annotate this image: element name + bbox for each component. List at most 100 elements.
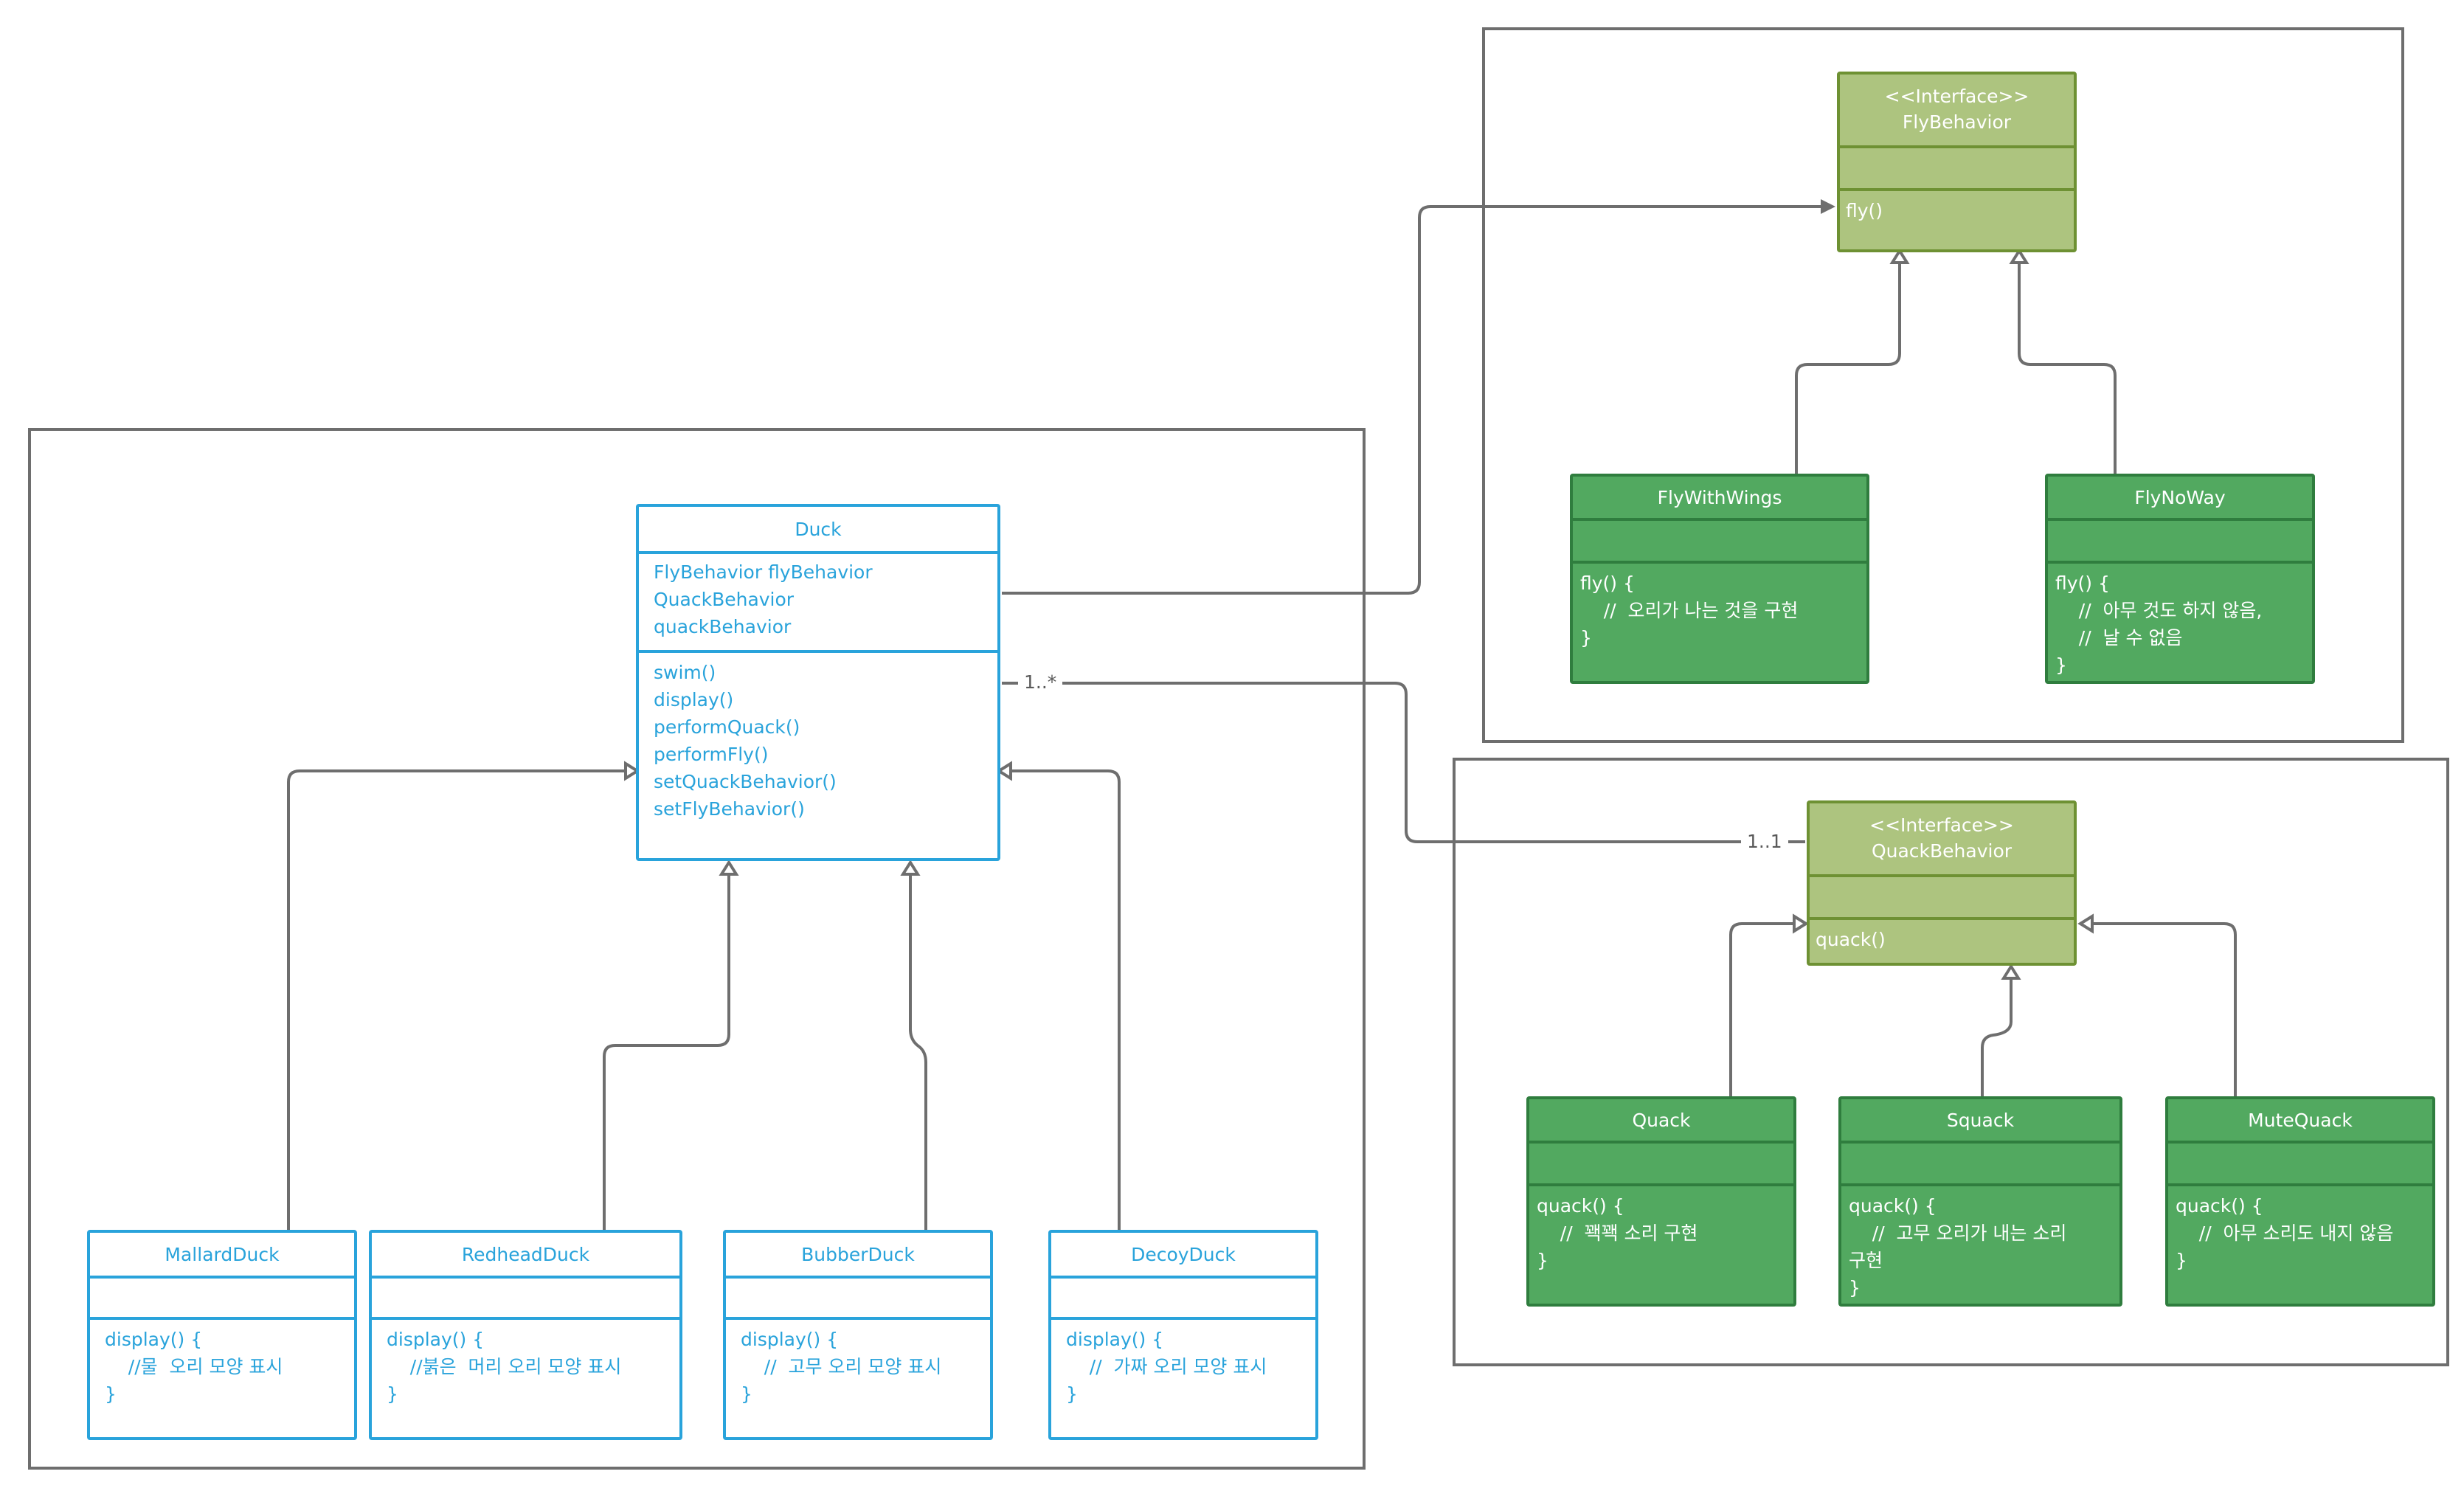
method-line: fly() { xyxy=(2055,572,2110,594)
redhead-duck-attributes xyxy=(372,1279,679,1317)
fly-with-wings-name: FlyWithWings xyxy=(1657,486,1782,508)
fly-behavior-methods: fly() xyxy=(1840,188,2074,249)
bubber-to-duck-connector[interactable] xyxy=(909,874,927,1230)
method-line: // 오리가 나는 것을 구현 xyxy=(1580,600,1799,621)
method-line: } xyxy=(2176,1250,2187,1271)
method-line: } xyxy=(2055,654,2067,676)
squack-attributes xyxy=(1841,1144,2119,1183)
method-line: // 고무 오리가 내는 소리 xyxy=(1849,1222,2067,1244)
method-line: } xyxy=(1849,1277,1861,1298)
squack-to-quack-behavior-connector[interactable] xyxy=(1981,978,2013,1096)
duck-method: performQuack() xyxy=(654,716,800,738)
quack-behavior-methods: quack() xyxy=(1810,917,2074,963)
method-line: quack() xyxy=(1816,929,1886,950)
redhead-duck-class-name: RedheadDuck xyxy=(461,1243,590,1265)
squack-realization-arrowhead xyxy=(2001,964,2021,980)
quack-attributes xyxy=(1529,1144,1793,1183)
method-line: display() { xyxy=(387,1329,485,1350)
interface-stereotype: <<Interface>> xyxy=(1869,814,2014,836)
duck-class[interactable]: Duck FlyBehavior flyBehavior QuackBehavi… xyxy=(636,504,1000,861)
decoy-duck-methods: display() { // 가짜 오리 모양 표시 } xyxy=(1051,1317,1315,1437)
interface-stereotype: <<Interface>> xyxy=(1884,86,2029,107)
bubber-duck-attributes xyxy=(726,1279,990,1317)
method-line: 구현 xyxy=(1849,1250,1883,1271)
redhead-inheritance-arrowhead xyxy=(719,859,739,876)
duck-attribute: FlyBehavior flyBehavior xyxy=(654,561,873,583)
method-line: // 날 수 없음 xyxy=(2055,627,2183,648)
mute-quack-realization-arrowhead xyxy=(2077,913,2094,934)
method-line: // 꽥꽥 소리 구현 xyxy=(1537,1222,1698,1244)
duck-attribute: quackBehavior xyxy=(654,616,792,637)
mute-quack-to-quack-behavior-connector[interactable] xyxy=(2092,922,2237,1096)
mute-quack-methods: quack() { // 아무 소리도 내지 않음 } xyxy=(2168,1183,2432,1304)
squack-name: Squack xyxy=(1946,1109,2015,1131)
fly-no-way-realization-arrowhead xyxy=(2009,248,2029,264)
duck-method: setQuackBehavior() xyxy=(654,771,837,792)
duck-attributes: FlyBehavior flyBehavior QuackBehavior qu… xyxy=(639,554,997,650)
method-line: // 아무 것도 하지 않음, xyxy=(2055,600,2263,621)
method-line: } xyxy=(1537,1250,1548,1271)
bubber-duck-class[interactable]: BubberDuck display() { // 고무 오리 모양 표시 } xyxy=(723,1230,993,1440)
mallard-to-duck-connector[interactable] xyxy=(287,769,626,1230)
quack-behavior-interface[interactable]: <<Interface>> QuackBehavior quack() xyxy=(1807,800,2077,966)
fly-no-way-name: FlyNoWay xyxy=(2134,486,2226,508)
quack-behavior-multiplicity-label: 1..1 xyxy=(1741,831,1788,853)
redhead-duck-class[interactable]: RedheadDuck display() { //붉은 머리 오리 모양 표시… xyxy=(369,1230,682,1440)
method-line: //붉은 머리 오리 모양 표시 xyxy=(387,1356,622,1377)
quack-behavior-name: QuackBehavior xyxy=(1871,840,2013,862)
mute-quack-attributes xyxy=(2168,1144,2432,1183)
duck-method: performFly() xyxy=(654,744,769,765)
method-line: quack() { xyxy=(2176,1195,2263,1217)
mallard-duck-class[interactable]: MallardDuck display() { //물 오리 모양 표시 } xyxy=(87,1230,357,1440)
method-line: fly() xyxy=(1846,200,1883,221)
fly-behavior-association-arrowhead xyxy=(1821,199,1835,214)
method-line: } xyxy=(105,1383,117,1405)
decoy-duck-attributes xyxy=(1051,1279,1315,1317)
method-line: // 가짜 오리 모양 표시 xyxy=(1066,1356,1267,1377)
duck-to-quack-behavior-connector[interactable] xyxy=(1002,682,1805,843)
bubber-duck-class-name: BubberDuck xyxy=(801,1243,915,1265)
quack-to-quack-behavior-connector[interactable] xyxy=(1729,922,1794,1096)
mallard-duck-attributes xyxy=(90,1279,354,1317)
method-line: display() { xyxy=(105,1329,203,1350)
method-line: display() { xyxy=(741,1329,839,1350)
decoy-duck-class[interactable]: DecoyDuck display() { // 가짜 오리 모양 표시 } xyxy=(1048,1230,1318,1440)
duck-attribute: QuackBehavior xyxy=(654,589,795,610)
method-line: } xyxy=(741,1383,752,1405)
method-line: // 고무 오리 모양 표시 xyxy=(741,1356,942,1377)
redhead-to-duck-connector[interactable] xyxy=(603,874,730,1230)
fly-behavior-name: FlyBehavior xyxy=(1902,111,2012,133)
mute-quack-name: MuteQuack xyxy=(2248,1109,2353,1131)
bubber-inheritance-arrowhead xyxy=(900,859,921,876)
fly-with-wings-realization-arrowhead xyxy=(1889,248,1910,264)
method-line: } xyxy=(1580,627,1592,648)
decoy-inheritance-arrowhead xyxy=(996,761,1012,781)
squack-methods: quack() { // 고무 오리가 내는 소리 구현 } xyxy=(1841,1183,2119,1304)
fly-behavior-interface[interactable]: <<Interface>> FlyBehavior fly() xyxy=(1837,72,2077,252)
method-line: } xyxy=(387,1383,398,1405)
fly-no-way-class[interactable]: FlyNoWay fly() { // 아무 것도 하지 않음, // 날 수 … xyxy=(2045,474,2315,684)
decoy-to-duck-connector[interactable] xyxy=(1011,769,1121,1230)
quack-class[interactable]: Quack quack() { // 꽥꽥 소리 구현 } xyxy=(1526,1096,1796,1307)
fly-with-wings-to-fly-behavior-connector[interactable] xyxy=(1795,263,1901,474)
method-line: } xyxy=(1066,1383,1078,1405)
quack-methods: quack() { // 꽥꽥 소리 구현 } xyxy=(1529,1183,1793,1304)
fly-with-wings-methods: fly() { // 오리가 나는 것을 구현 } xyxy=(1573,561,1866,681)
fly-no-way-to-fly-behavior-connector[interactable] xyxy=(2018,263,2117,474)
uml-diagram-canvas: Duck FlyBehavior flyBehavior QuackBehavi… xyxy=(0,0,2464,1491)
fly-with-wings-class[interactable]: FlyWithWings fly() { // 오리가 나는 것을 구현 } xyxy=(1570,474,1869,684)
squack-class[interactable]: Squack quack() { // 고무 오리가 내는 소리 구현 } xyxy=(1838,1096,2122,1307)
fly-no-way-methods: fly() { // 아무 것도 하지 않음, // 날 수 없음 } xyxy=(2048,561,2312,681)
decoy-duck-class-name: DecoyDuck xyxy=(1131,1243,1236,1265)
method-line: display() { xyxy=(1066,1329,1164,1350)
method-line: //물 오리 모양 표시 xyxy=(105,1356,283,1377)
mute-quack-class[interactable]: MuteQuack quack() { // 아무 소리도 내지 않음 } xyxy=(2165,1096,2435,1307)
redhead-duck-methods: display() { //붉은 머리 오리 모양 표시 } xyxy=(372,1317,679,1437)
duck-method: setFlyBehavior() xyxy=(654,798,805,820)
duck-multiplicity-label: 1..* xyxy=(1018,671,1063,693)
duck-methods: swim() display() performQuack() performF… xyxy=(639,650,997,858)
bubber-duck-methods: display() { // 고무 오리 모양 표시 } xyxy=(726,1317,990,1437)
method-line: // 아무 소리도 내지 않음 xyxy=(2176,1222,2394,1244)
method-line: fly() { xyxy=(1580,572,1635,594)
method-line: quack() { xyxy=(1537,1195,1624,1217)
